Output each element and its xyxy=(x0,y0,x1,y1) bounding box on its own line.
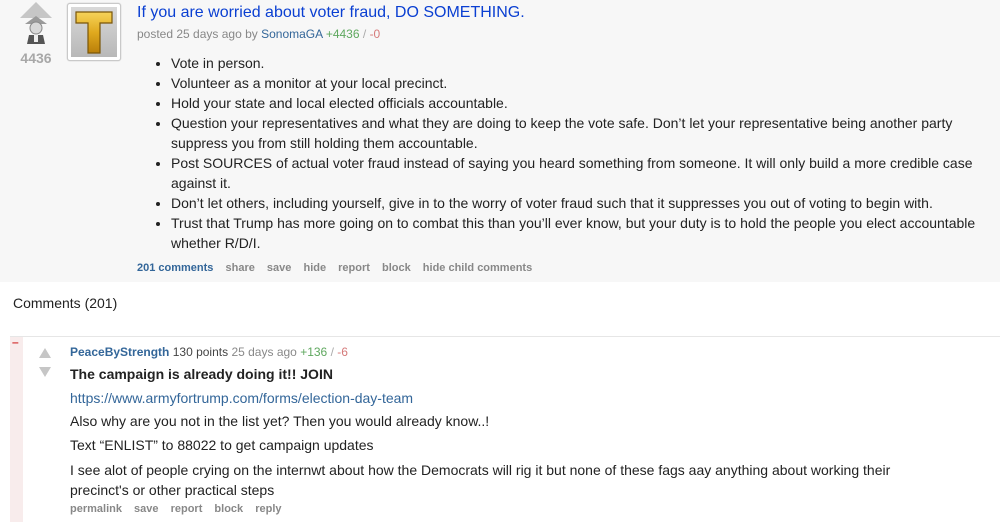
comment-report-link[interactable]: report xyxy=(171,503,203,515)
report-link[interactable]: report xyxy=(338,262,370,274)
reply-link[interactable]: reply xyxy=(255,503,281,515)
comment-downvote-count: -6 xyxy=(337,345,348,359)
post-thumbnail[interactable] xyxy=(67,3,121,61)
post: 4436 If you are worried about voter frau… xyxy=(0,0,1000,282)
post-bullet: Vote in person. xyxy=(171,53,1000,73)
post-bullet: Hold your state and local elected offici… xyxy=(171,93,1000,113)
post-upvote-count: +4436 xyxy=(325,27,360,41)
post-vote-column: 4436 xyxy=(14,2,58,66)
post-tagline: posted 25 days ago by SonomaGA +4436 / -… xyxy=(137,27,380,41)
trump-t-logo-icon xyxy=(75,11,113,54)
comment-save-link[interactable]: save xyxy=(134,503,158,515)
post-body-list: Vote in person. Volunteer as a monitor a… xyxy=(153,53,1000,253)
post-downvote-count: -0 xyxy=(369,27,381,41)
comment-block-link[interactable]: block xyxy=(214,503,243,515)
post-bullet: Volunteer as a monitor at your local pre… xyxy=(171,73,1000,93)
collapse-toggle[interactable]: – xyxy=(12,335,19,349)
comment-thread-gutter[interactable]: – xyxy=(10,335,23,522)
comment-points: 130 points xyxy=(172,345,229,359)
comment-age: 25 days ago xyxy=(231,345,297,359)
comment-author-link[interactable]: PeaceByStrength xyxy=(70,345,169,359)
share-link[interactable]: share xyxy=(226,262,255,274)
comments-link[interactable]: 201 comments xyxy=(137,262,213,274)
comment-paragraph: Text “ENLIST” to 88022 to get campaign u… xyxy=(70,437,374,453)
comment-action-links: permalink save report block reply xyxy=(70,503,291,515)
comment-upvote-arrow-icon[interactable] xyxy=(39,348,51,358)
user-avatar-icon xyxy=(25,16,47,44)
post-bullet: Trust that Trump has more going on to co… xyxy=(171,213,1000,253)
comment-paragraph: I see alot of people crying on the inter… xyxy=(70,462,891,498)
post-title-link[interactable]: If you are worried about voter fraud, DO… xyxy=(137,4,525,22)
post-action-links: 201 comments share save hide report bloc… xyxy=(137,262,541,274)
post-bullet: Post SOURCES of actual voter fraud inste… xyxy=(171,153,1000,193)
save-link[interactable]: save xyxy=(267,262,291,274)
thumbnail-image xyxy=(71,7,117,57)
comment-upvote-count: +136 xyxy=(300,345,328,359)
post-score: 4436 xyxy=(20,50,52,66)
post-author-link[interactable]: SonomaGA xyxy=(261,27,322,41)
post-bullet: Don’t let others, including yourself, gi… xyxy=(171,193,1000,213)
comment-external-link[interactable]: https://www.armyfortrump.com/forms/elect… xyxy=(70,390,413,406)
permalink-link[interactable]: permalink xyxy=(70,503,122,515)
block-link[interactable]: block xyxy=(382,262,411,274)
comment-heading: The campaign is already doing it!! JOIN xyxy=(70,366,333,382)
hide-child-comments-link[interactable]: hide child comments xyxy=(423,262,532,274)
comment: – PeaceByStrength 130 points 25 days ago… xyxy=(10,335,1000,522)
comment-downvote-arrow-icon[interactable] xyxy=(39,367,51,377)
tagline-prefix: posted 25 days ago by xyxy=(137,27,258,41)
vote-separator: / xyxy=(362,27,367,41)
comments-heading: Comments (201) xyxy=(13,295,118,311)
comment-paragraph: Also why are you not in the list yet? Th… xyxy=(70,413,490,429)
vote-separator: / xyxy=(330,345,334,359)
post-bullet: Question your representatives and what t… xyxy=(171,113,1000,153)
hide-link[interactable]: hide xyxy=(303,262,326,274)
comment-meta: PeaceByStrength 130 points 25 days ago +… xyxy=(70,345,348,359)
